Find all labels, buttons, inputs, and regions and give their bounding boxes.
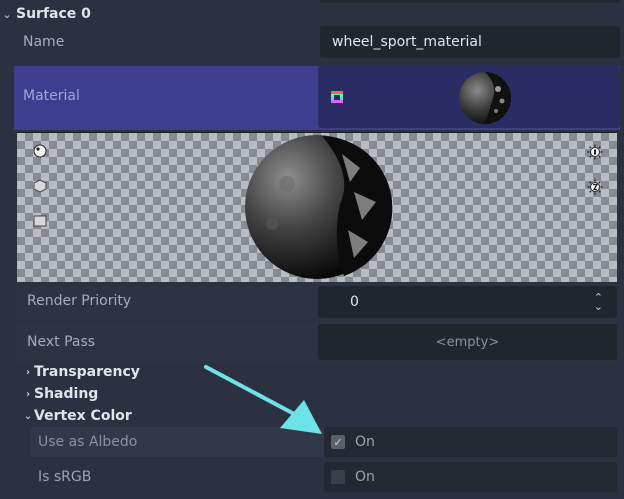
render-priority-value: 0 [350,294,359,310]
checkmark-icon: ✓ [331,435,345,449]
next-pass-value: <empty> [435,334,500,350]
surface-title: Surface 0 [16,6,91,22]
chevron-down-icon: ⌄ [23,410,33,422]
sphere-preview-icon[interactable] [33,144,47,158]
next-pass-resource-picker[interactable]: <empty> [318,324,617,360]
plane-preview-icon[interactable] [33,214,47,228]
shading-group-header[interactable]: › Shading [22,386,98,402]
surface-section-header[interactable]: ⌄ Surface 0 [0,3,320,25]
name-field[interactable]: wheel_sport_material [320,26,620,58]
cube-preview-icon[interactable] [33,179,47,193]
chevron-right-icon: › [25,366,31,378]
name-value: wheel_sport_material [332,34,482,50]
vertex-color-group-header[interactable]: ⌄ Vertex Color [22,408,132,424]
next-pass-label: Next Pass [27,334,96,350]
is-srgb-checkbox[interactable]: On [324,462,617,492]
use-as-albedo-checkbox[interactable]: ✓ On [324,427,617,457]
use-as-albedo-label: Use as Albedo [38,434,138,450]
render-priority-spinbox[interactable]: 0 ⌃ ⌄ [318,286,617,318]
vertex-color-group-label: Vertex Color [34,408,132,424]
use-as-albedo-state: On [355,434,375,450]
is-srgb-state: On [355,469,375,485]
material-label: Material [23,88,80,104]
unchecked-box-icon [331,470,345,484]
shading-group-label: Shading [34,386,99,402]
transparency-group-header[interactable]: › Transparency [22,364,140,380]
annotation-arrow [204,365,322,434]
spatial-material-icon [331,91,343,103]
material-preview-sphere [245,135,392,279]
light-2-icon[interactable] [587,179,603,195]
chevron-right-icon: › [25,388,31,400]
top-scroll-edge [320,0,620,3]
transparency-group-label: Transparency [34,364,140,380]
is-srgb-label: Is sRGB [38,469,92,485]
light-1-icon[interactable] [587,144,603,160]
chevron-down-icon: ⌄ [2,7,12,21]
render-priority-label: Render Priority [27,293,132,309]
name-label: Name [23,34,65,50]
material-resource-picker[interactable] [318,66,620,128]
material-thumbnail [459,72,511,124]
spinner-updown-icon[interactable]: ⌃ ⌄ [594,292,603,312]
